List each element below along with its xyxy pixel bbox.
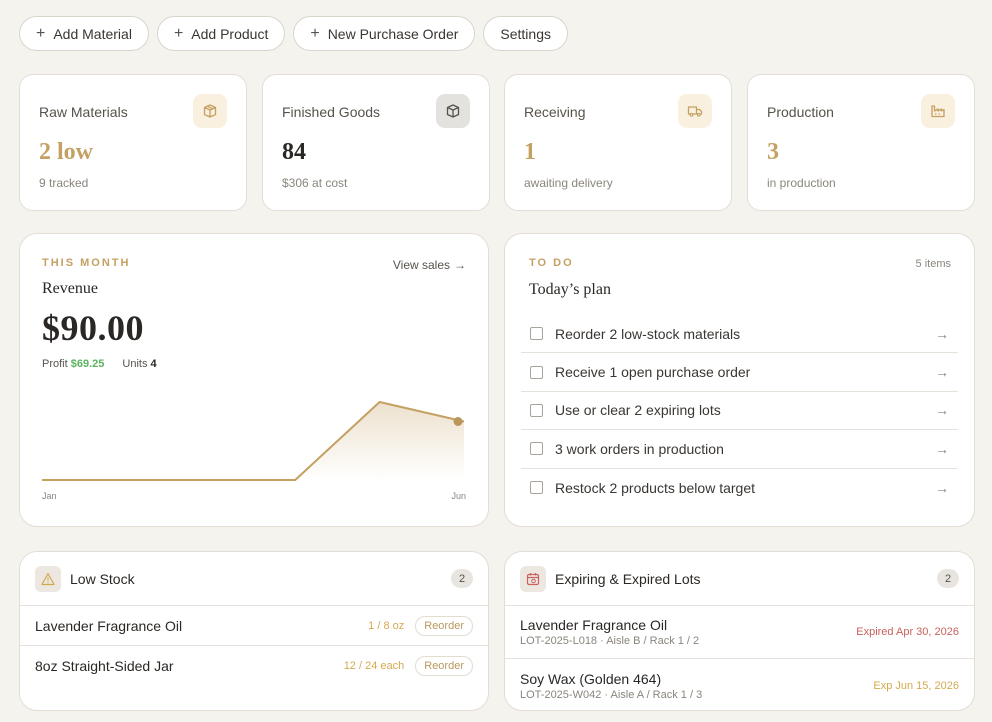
todo-item[interactable]: Reorder 2 low-stock materials →	[521, 315, 958, 354]
todo-card: TO DO 5 items Today’s plan Reorder 2 low…	[504, 233, 975, 527]
calendar-icon	[520, 565, 546, 592]
stat-sub: awaiting delivery	[524, 176, 613, 190]
add-material-label: Add Material	[53, 25, 132, 42]
x-axis-end-label: Jun	[451, 491, 466, 501]
units-stat: Units 4	[122, 358, 156, 370]
stat-sub: $306 at cost	[282, 176, 348, 190]
lot-expiry-date: Exp Jun 15, 2026	[873, 679, 959, 692]
profit-label: Profit	[42, 358, 68, 370]
todo-item[interactable]: 3 work orders in production →	[521, 430, 958, 469]
todo-item-label: 3 work orders in production	[555, 440, 724, 457]
stat-card-receiving[interactable]: Receiving 1 awaiting delivery	[504, 74, 732, 211]
todo-checkbox[interactable]	[530, 327, 543, 341]
profit-value: $69.25	[70, 358, 105, 370]
stat-card-finished-goods[interactable]: Finished Goods 84 $306 at cost	[262, 74, 490, 211]
plus-icon: +	[173, 24, 184, 42]
todo-item-label: Reorder 2 low-stock materials	[555, 325, 741, 342]
settings-button[interactable]: Settings	[483, 16, 568, 51]
settings-label: Settings	[500, 25, 551, 42]
lot-location: LOT-2025-W042 · Aisle A / Rack 1 / 3	[520, 688, 703, 701]
add-material-button[interactable]: + Add Material	[19, 16, 149, 51]
stat-value: 2 low	[39, 139, 93, 165]
low-stock-row[interactable]: 8oz Straight-Sided Jar 12 / 24 each Reor…	[20, 646, 488, 686]
new-purchase-order-label: New Purchase Order	[327, 25, 459, 42]
profit-stat: Profit $69.25	[42, 358, 104, 370]
reorder-button[interactable]: Reorder	[415, 656, 473, 676]
stat-sub: 9 tracked	[39, 176, 89, 190]
low-stock-count-badge: 2	[451, 569, 473, 588]
todo-item-label: Restock 2 products below target	[555, 479, 755, 496]
package-icon	[436, 94, 470, 128]
lot-name: Lavender Fragrance Oil	[520, 617, 668, 633]
lot-name: Soy Wax (Golden 464)	[520, 670, 662, 687]
factory-icon	[921, 94, 955, 128]
plus-icon: +	[310, 24, 320, 42]
warning-icon	[35, 565, 61, 592]
todo-item[interactable]: Restock 2 products below target →	[521, 469, 958, 507]
revenue-last-point	[453, 417, 463, 426]
revenue-card: THIS MONTH View sales → Revenue $90.00 P…	[19, 233, 489, 527]
item-name: Lavender Fragrance Oil	[35, 617, 183, 634]
arrow-right-icon: →	[935, 402, 949, 419]
truck-icon	[678, 94, 712, 128]
revenue-title: Revenue	[42, 280, 98, 297]
item-qty: 1 / 8 oz	[368, 619, 405, 632]
reorder-button[interactable]: Reorder	[415, 615, 473, 636]
lot-row[interactable]: Soy Wax (Golden 464) LOT-2025-W042 · Ais…	[505, 659, 974, 712]
todo-list: Reorder 2 low-stock materials → Receive 1…	[521, 315, 958, 507]
low-stock-title: Low Stock	[70, 570, 135, 587]
arrow-right-icon: →	[935, 325, 949, 342]
stat-value: 84	[282, 139, 306, 165]
stat-card-production[interactable]: Production 3 in production	[747, 74, 975, 211]
box-icon	[193, 94, 227, 128]
revenue-meta: Profit $69.25 Units 4	[42, 358, 466, 370]
lot-info: Lavender Fragrance Oil LOT-2025-L018 · A…	[520, 617, 856, 647]
todo-item[interactable]: Receive 1 open purchase order →	[521, 353, 958, 392]
low-stock-row[interactable]: Lavender Fragrance Oil 1 / 8 oz Reorder	[20, 606, 488, 646]
revenue-area	[42, 402, 464, 480]
expiring-lots-title: Expiring & Expired Lots	[555, 570, 701, 587]
stat-card-raw-materials[interactable]: Raw Materials 2 low 9 tracked	[19, 74, 247, 211]
lot-location: LOT-2025-L018 · Aisle B / Rack 1 / 2	[520, 635, 700, 647]
item-qty: 12 / 24 each	[343, 660, 405, 672]
todo-count: 5 items	[915, 258, 951, 270]
view-sales-link[interactable]: View sales →	[393, 258, 466, 272]
low-stock-header: Low Stock 2	[20, 552, 488, 606]
quick-actions: + Add Material + Add Product + New Purchase…	[19, 16, 568, 51]
lot-info: Soy Wax (Golden 464) LOT-2025-W042 · Ais…	[520, 671, 873, 701]
lot-expiry-date: Expired Apr 30, 2026	[856, 626, 959, 638]
expiring-lots-header: Expiring & Expired Lots 2	[505, 552, 974, 606]
todo-item[interactable]: Use or clear 2 expiring lots →	[521, 392, 958, 431]
revenue-amount: $90.00	[42, 308, 144, 348]
lot-row[interactable]: Lavender Fragrance Oil LOT-2025-L018 · A…	[505, 606, 974, 659]
stat-sub: in production	[767, 176, 836, 190]
stat-value: 1	[524, 139, 536, 165]
arrow-right-icon: →	[935, 440, 949, 457]
todo-checkbox[interactable]	[530, 403, 543, 417]
expiring-lots-card: Expiring & Expired Lots 2 Lavender Fragr…	[504, 551, 975, 711]
low-stock-card: Low Stock 2 Lavender Fragrance Oil 1 / 8…	[19, 551, 489, 711]
arrow-right-icon: →	[935, 479, 949, 496]
todo-checkbox[interactable]	[530, 442, 543, 456]
x-axis-start-label: Jan	[42, 491, 57, 501]
todo-eyebrow: TO DO	[529, 257, 574, 269]
view-sales-label: View sales	[392, 258, 450, 272]
item-name: 8oz Straight-Sided Jar	[35, 658, 174, 674]
expiring-lots-count-badge: 2	[937, 569, 959, 588]
todo-item-label: Receive 1 open purchase order	[555, 364, 751, 381]
todo-checkbox[interactable]	[530, 365, 543, 379]
units-value: 4	[150, 358, 157, 370]
add-product-label: Add Product	[191, 25, 269, 42]
stat-value: 3	[767, 139, 779, 165]
todo-checkbox[interactable]	[530, 481, 543, 495]
todo-item-label: Use or clear 2 expiring lots	[555, 402, 721, 419]
revenue-chart	[42, 401, 465, 481]
arrow-right-icon: →	[454, 258, 466, 272]
arrow-right-icon: →	[935, 364, 949, 381]
todo-title: Today’s plan	[529, 281, 611, 298]
plus-icon: +	[36, 24, 46, 42]
new-purchase-order-button[interactable]: + New Purchase Order	[293, 16, 476, 51]
add-product-button[interactable]: + Add Product	[156, 16, 286, 51]
units-label: Units	[122, 358, 148, 370]
